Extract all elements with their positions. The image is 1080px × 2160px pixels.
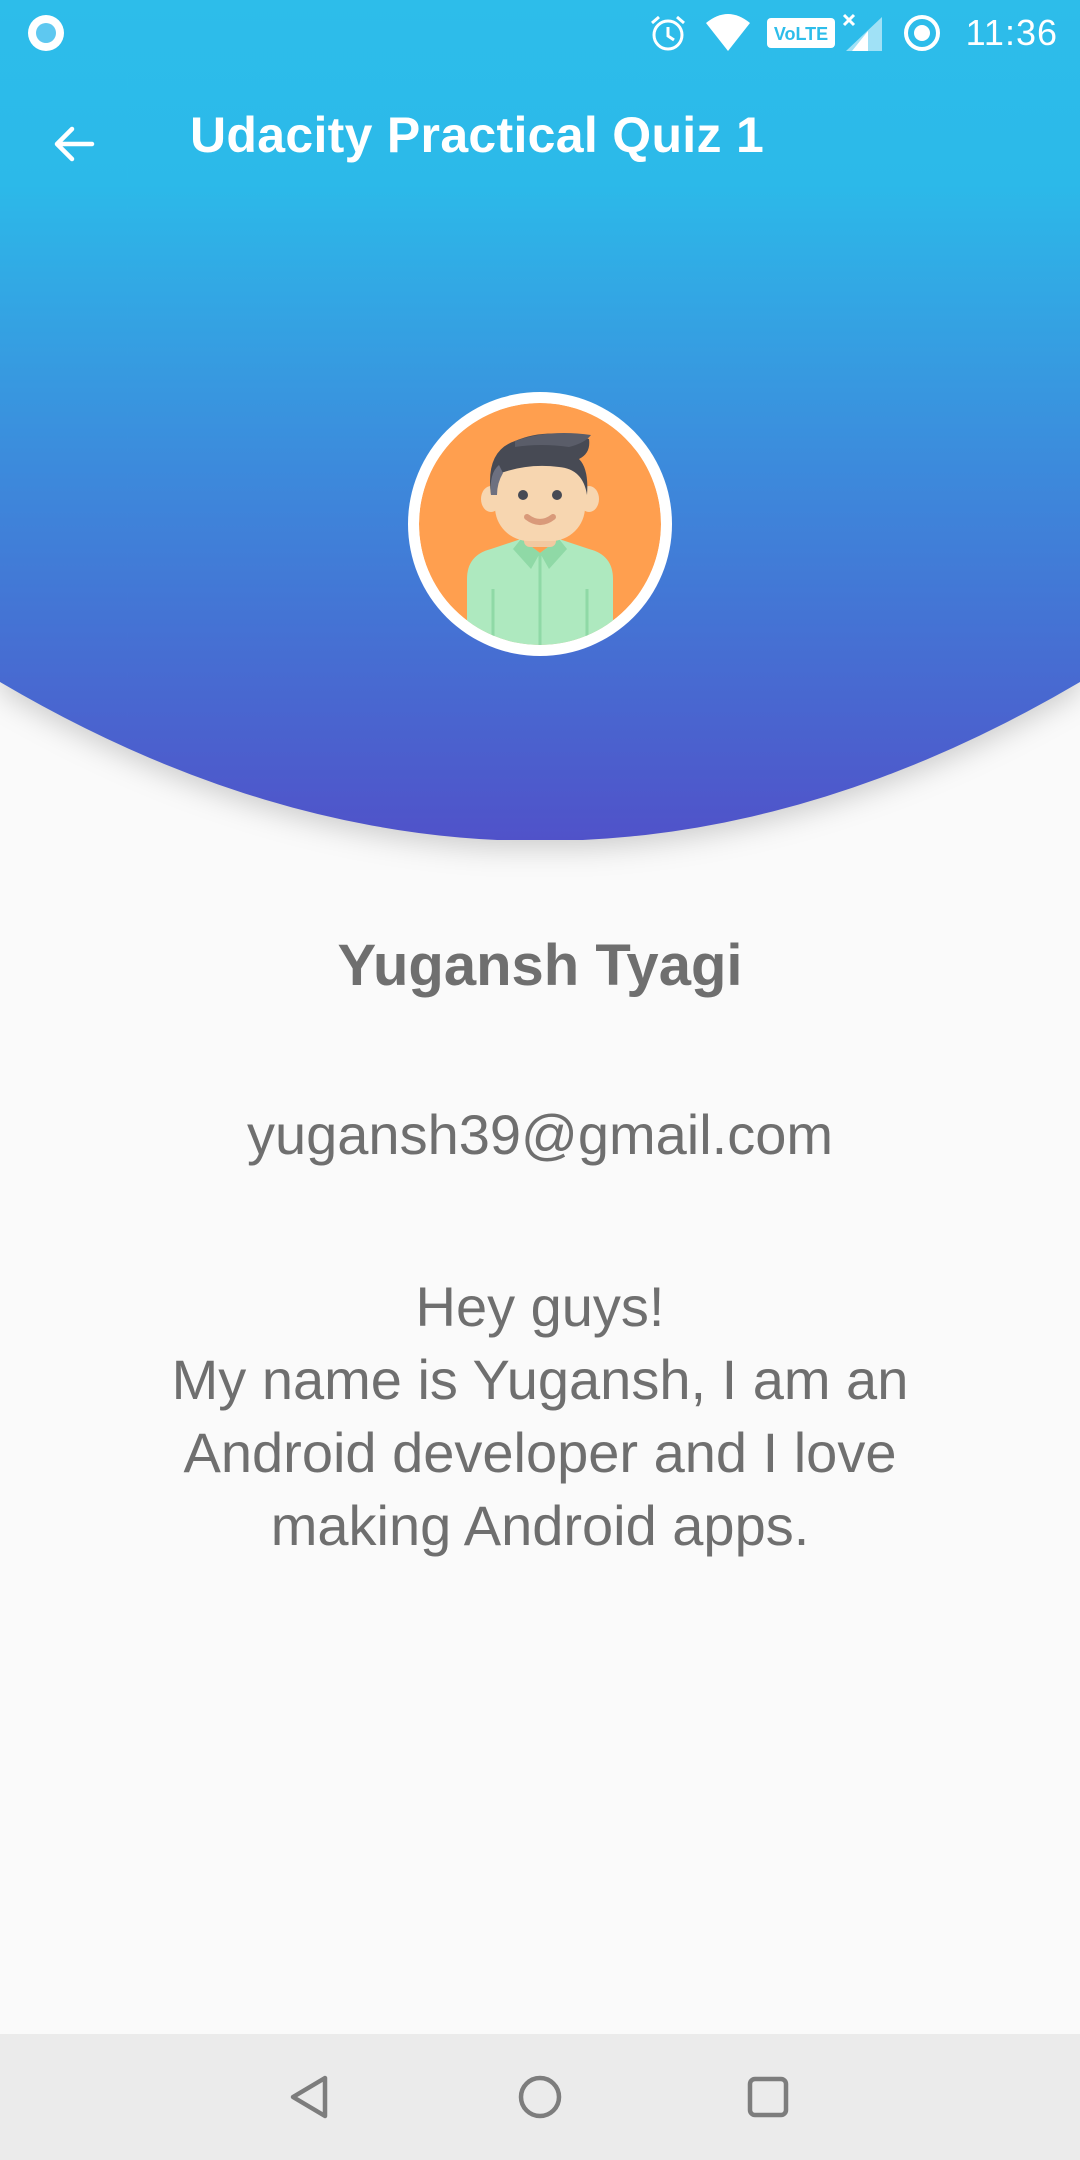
nav-back-button[interactable] [272, 2059, 348, 2135]
app-toolbar: Udacity Practical Quiz 1 [0, 66, 1080, 208]
arrow-left-icon [54, 126, 95, 162]
bio-line: My name is Yugansh, I am an [171, 1348, 909, 1411]
recents-square-icon [747, 2076, 789, 2118]
status-time: 11:36 [965, 12, 1058, 53]
volte-icon: VoLTE [766, 0, 836, 66]
notification-dot-icon [26, 0, 66, 66]
profile-email: yugansh39@gmail.com [246, 1103, 834, 1166]
back-triangle-icon [290, 2075, 328, 2119]
svg-text:VoLTE: VoLTE [774, 24, 828, 44]
user-avatar-icon [419, 403, 661, 645]
nav-recents-button[interactable] [730, 2059, 806, 2135]
profile-avatar [408, 392, 672, 656]
back-button[interactable] [30, 100, 118, 188]
signal-icon [842, 0, 884, 66]
data-saver-icon [902, 0, 942, 66]
system-navigation-bar [0, 2034, 1080, 2160]
profile-bio: Hey guys! My name is Yugansh, I am an An… [0, 1270, 1080, 1562]
profile-screen: VoLTE 11:36 Udacity Practical Quiz 1 Yug… [0, 0, 1080, 2160]
profile-name: Yugansh Tyagi [337, 933, 743, 998]
status-bar: VoLTE 11:36 [0, 0, 1080, 66]
toolbar-title: Udacity Practical Quiz 1 [190, 107, 765, 163]
nav-home-button[interactable] [502, 2059, 578, 2135]
bio-line: making Android apps. [270, 1494, 810, 1557]
alarm-icon [648, 0, 688, 66]
bio-line: Hey guys! [415, 1275, 665, 1338]
home-circle-icon [518, 2075, 562, 2119]
bio-line: Android developer and I love [183, 1421, 897, 1484]
wifi-icon [704, 0, 752, 66]
